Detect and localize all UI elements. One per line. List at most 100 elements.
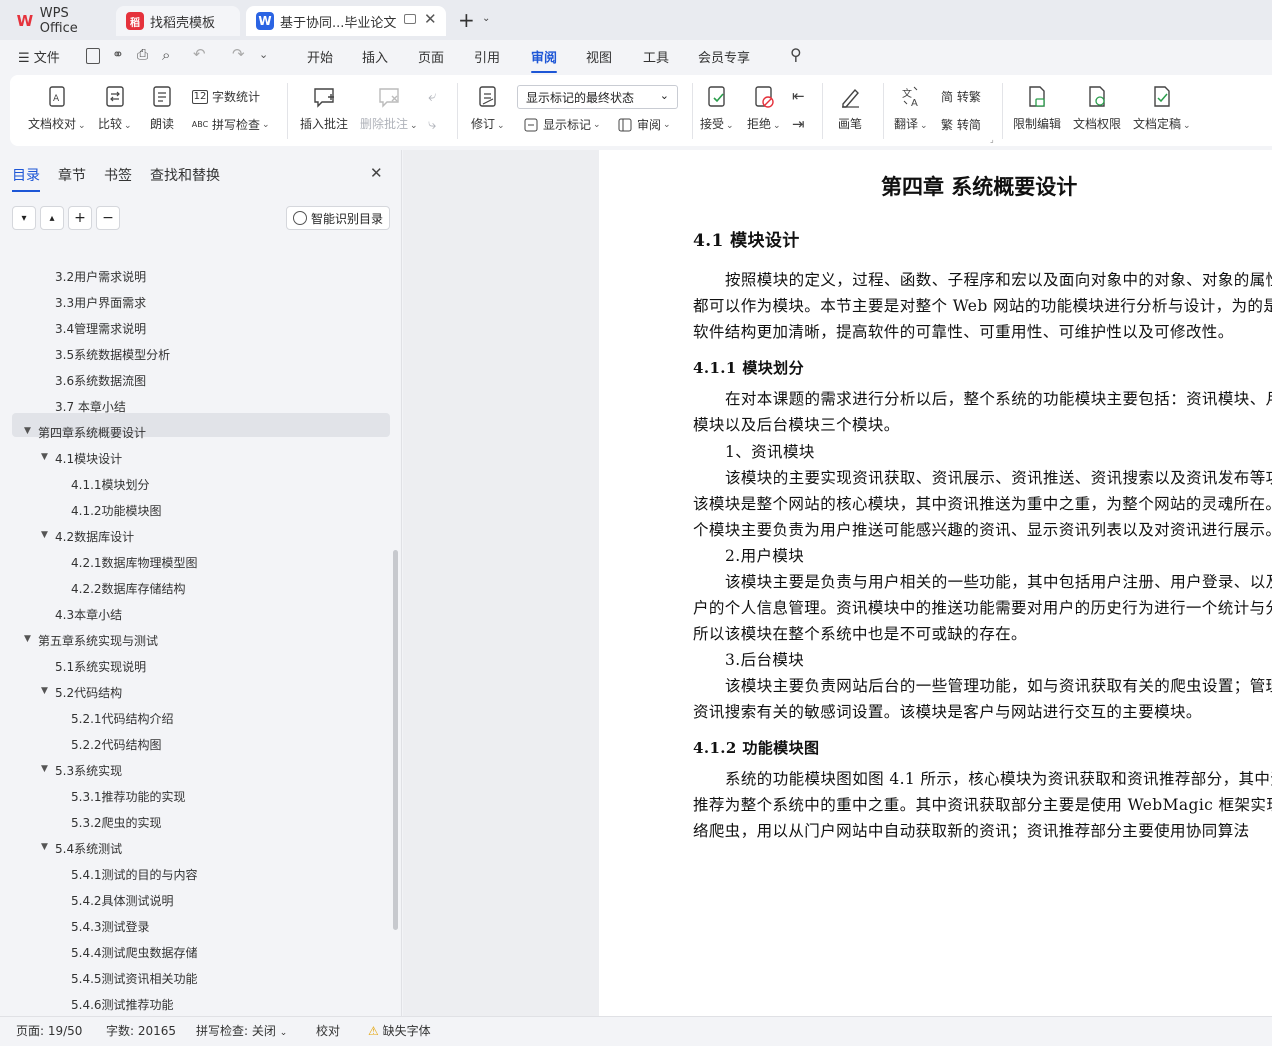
to-traditional-button[interactable]: 简 转繁 xyxy=(941,88,981,105)
document-page[interactable]: 第四章 系统概要设计 4.1 模块设计 按照模块的定义，过程、函数、子程序和宏以及… xyxy=(599,150,1272,1016)
toc-item[interactable]: 3.3用户界面需求 xyxy=(55,294,146,311)
tab-sections[interactable]: 章节 xyxy=(58,165,86,185)
reject-button[interactable]: 拒绝 ⌄ xyxy=(747,85,781,132)
review-pane-button[interactable]: 审阅 ⌄ xyxy=(617,116,671,133)
doc-permission-button[interactable]: 文档权限 xyxy=(1073,85,1121,132)
tab-bookmarks[interactable]: 书签 xyxy=(104,165,132,185)
toc-item[interactable]: 5.4.1测试的目的与内容 xyxy=(71,866,198,883)
toc-item[interactable]: 5.2.2代码结构图 xyxy=(71,736,162,753)
toc-item[interactable]: 4.1.2功能模块图 xyxy=(71,502,162,519)
prev-comment-icon[interactable]: ⤶ xyxy=(428,87,436,105)
add-heading-button[interactable]: + xyxy=(68,206,92,230)
toc-item[interactable]: 3.6系统数据流图 xyxy=(55,372,146,389)
chevron-down-icon[interactable]: ⌄ xyxy=(482,13,490,24)
close-pane-icon[interactable]: ✕ xyxy=(370,164,383,182)
missing-font-status[interactable]: ⚠ 缺失字体 xyxy=(368,1022,431,1039)
print-icon[interactable]: ⎙ xyxy=(137,47,148,63)
smart-toc-button[interactable]: 智能识别目录 xyxy=(286,206,390,230)
toc-item[interactable]: 4.3本章小结 xyxy=(55,606,122,623)
markup-state-select[interactable]: 显示标记的最终状态 ⌄ xyxy=(517,85,678,109)
doc-finalize-button[interactable]: 文档定稿 ⌄ xyxy=(1133,85,1191,132)
word-count-button[interactable]: 12 字数统计 xyxy=(192,88,260,105)
delete-comment-button[interactable]: 删除批注 ⌄ xyxy=(360,85,418,132)
toc-item[interactable]: 4.2.1数据库物理模型图 xyxy=(71,554,198,571)
translate-button[interactable]: 文A 翻译 ⌄ xyxy=(894,85,928,132)
toc-item[interactable]: 3.7 本章小结 xyxy=(55,398,126,415)
menu-review[interactable]: 审阅 xyxy=(531,47,558,73)
window-icon[interactable] xyxy=(404,14,416,24)
proofread-status[interactable]: 校对 xyxy=(316,1022,340,1039)
tab-document[interactable]: W 基于协同...毕业论文 ✕ xyxy=(246,6,446,36)
page-count[interactable]: 页面: 19/50 xyxy=(16,1022,82,1039)
tab-toc[interactable]: 目录 xyxy=(12,165,40,192)
toc-item[interactable]: 5.3.2爬虫的实现 xyxy=(71,814,162,831)
pen-button[interactable]: 画笔 xyxy=(838,85,862,132)
menu-reference[interactable]: 引用 xyxy=(474,47,500,66)
spell-check-button[interactable]: ABC 拼写检查 ⌄ xyxy=(192,116,270,133)
menu-view[interactable]: 视图 xyxy=(586,47,612,66)
next-change-icon[interactable]: ⇥ xyxy=(792,115,805,133)
tab-docer[interactable]: 稻 找稻壳模板 xyxy=(116,6,240,36)
toc-collapse-arrow-icon[interactable]: ▼ xyxy=(41,686,48,696)
toc-item[interactable]: 5.4.2具体测试说明 xyxy=(71,892,174,909)
toc-item[interactable]: 5.4.6测试推荐功能 xyxy=(71,996,174,1013)
toc-item[interactable]: 5.2.1代码结构介绍 xyxy=(71,710,174,727)
tab-wps-office[interactable]: W WPS Office xyxy=(6,6,110,36)
expand-group-icon[interactable]: ⌟ xyxy=(990,135,994,144)
print-preview-icon[interactable]: ⌕ xyxy=(162,46,170,64)
insert-comment-button[interactable]: 插入批注 xyxy=(300,85,348,132)
next-comment-icon[interactable]: ⤷ xyxy=(428,115,436,133)
toc-item[interactable]: 5.3.1推荐功能的实现 xyxy=(71,788,186,805)
read-aloud-button[interactable]: 朗读 xyxy=(150,85,174,132)
toc-item[interactable]: 4.1模块设计 xyxy=(55,450,122,467)
save-icon[interactable] xyxy=(86,48,100,64)
revise-button[interactable]: 修订 ⌄ xyxy=(471,85,505,132)
toc-item[interactable]: 5.4.3测试登录 xyxy=(71,918,150,935)
menu-insert[interactable]: 插入 xyxy=(362,47,388,66)
toc-collapse-arrow-icon[interactable]: ▼ xyxy=(41,842,48,852)
toc-item[interactable]: 第五章系统实现与测试 xyxy=(38,632,158,649)
toc-collapse-arrow-icon[interactable]: ▼ xyxy=(41,452,48,462)
toc-item[interactable]: 第四章系统概要设计 xyxy=(38,424,146,441)
toc-item[interactable]: 3.2用户需求说明 xyxy=(55,268,146,285)
toc-item[interactable]: 3.5系统数据模型分析 xyxy=(55,346,170,363)
new-tab-icon[interactable]: + xyxy=(458,8,475,32)
toc-item[interactable]: 3.4管理需求说明 xyxy=(55,320,146,337)
restrict-edit-button[interactable]: 限制编辑 xyxy=(1013,85,1061,132)
word-count[interactable]: 字数: 20165 xyxy=(106,1022,176,1039)
doc-check-button[interactable]: A 文档校对 ⌄ xyxy=(28,85,86,132)
accept-button[interactable]: 接受 ⌄ xyxy=(700,85,734,132)
menu-page[interactable]: 页面 xyxy=(418,47,444,66)
search-icon[interactable]: ⚲ xyxy=(790,45,802,64)
menu-tools[interactable]: 工具 xyxy=(643,47,669,66)
quick-access-more-icon[interactable]: ⌄ xyxy=(259,48,268,61)
expand-all-button[interactable]: ▾ xyxy=(12,206,36,230)
redo-icon[interactable]: ↷ xyxy=(232,45,245,63)
toc-item[interactable]: 5.3系统实现 xyxy=(55,762,122,779)
menu-member[interactable]: 会员专享 xyxy=(698,47,750,66)
toc-collapse-arrow-icon[interactable]: ▼ xyxy=(24,634,31,644)
compare-button[interactable]: 比较 ⌄ xyxy=(98,85,132,132)
toc-item[interactable]: 5.4系统测试 xyxy=(55,840,122,857)
spell-check-status[interactable]: 拼写检查: 关闭 ⌄ xyxy=(196,1022,287,1039)
undo-icon[interactable]: ↶ xyxy=(193,45,206,63)
collapse-all-button[interactable]: ▴ xyxy=(40,206,64,230)
file-menu[interactable]: ☰ 文件 xyxy=(18,47,60,66)
toc-collapse-arrow-icon[interactable]: ▼ xyxy=(24,426,31,436)
tab-find-replace[interactable]: 查找和替换 xyxy=(150,165,220,185)
toc-item[interactable]: 5.4.4测试爬虫数据存储 xyxy=(71,944,198,961)
menu-home[interactable]: 开始 xyxy=(307,47,333,66)
toc-item[interactable]: 4.2.2数据库存储结构 xyxy=(71,580,186,597)
remove-heading-button[interactable]: − xyxy=(96,206,120,230)
close-tab-icon[interactable]: ✕ xyxy=(424,10,437,28)
scrollbar[interactable] xyxy=(393,550,398,930)
prev-change-icon[interactable]: ⇤ xyxy=(792,87,805,105)
toc-collapse-arrow-icon[interactable]: ▼ xyxy=(41,530,48,540)
toc-item[interactable]: 5.4.5测试资讯相关功能 xyxy=(71,970,198,987)
link-icon[interactable]: ⚭ xyxy=(112,47,124,63)
toc-item[interactable]: 5.2代码结构 xyxy=(55,684,122,701)
toc-collapse-arrow-icon[interactable]: ▼ xyxy=(41,764,48,774)
toc-item[interactable]: 5.1系统实现说明 xyxy=(55,658,146,675)
to-simplified-button[interactable]: 繁 转简 xyxy=(941,116,981,133)
toc-item[interactable]: 4.2数据库设计 xyxy=(55,528,134,545)
